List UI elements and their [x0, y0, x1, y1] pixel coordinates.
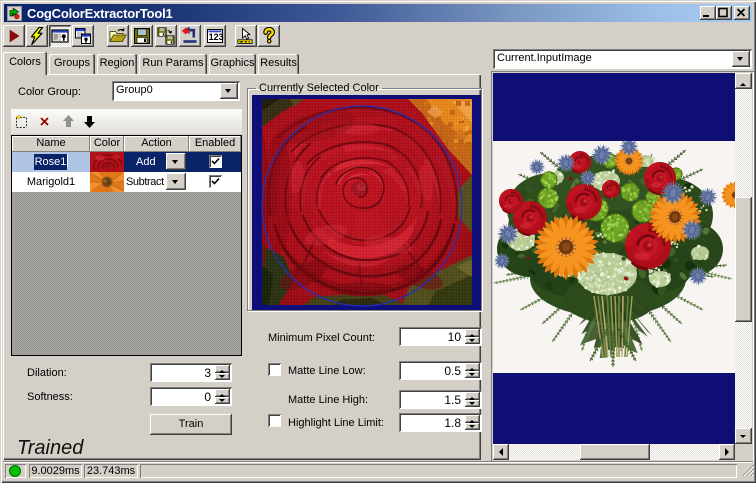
svg-text:123: 123 — [209, 32, 224, 42]
